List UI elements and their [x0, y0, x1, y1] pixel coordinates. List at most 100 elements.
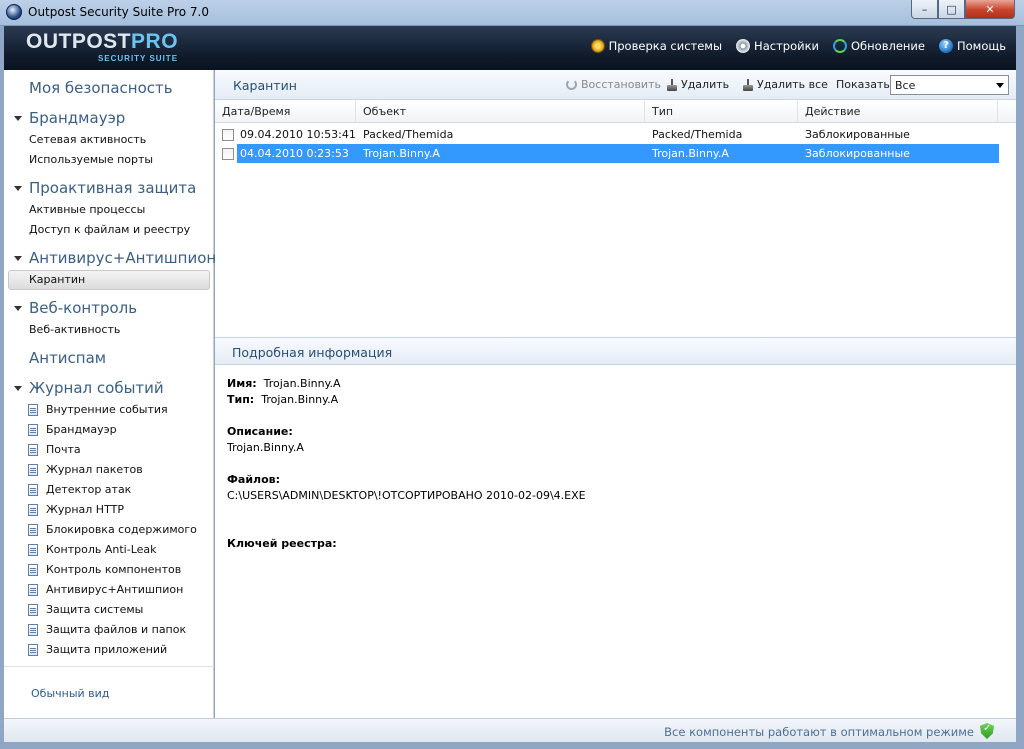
sidebar-item-used-ports[interactable]: Используемые порты	[29, 153, 153, 166]
ordinary-view-link[interactable]: Обычный вид	[31, 687, 109, 700]
expand-eventlog-icon[interactable]	[14, 386, 22, 391]
detail-name-value: Trojan.Binny.A	[263, 377, 341, 390]
chevron-down-icon	[996, 83, 1004, 88]
document-icon	[28, 423, 38, 436]
document-icon	[28, 463, 38, 476]
expand-proactive-icon[interactable]	[14, 186, 22, 191]
show-filter-select[interactable]: Все	[890, 75, 1009, 95]
sidebar-eventlog[interactable]: Журнал событий	[29, 379, 164, 397]
restore-label: Восстановить	[581, 78, 661, 91]
window-title: Outpost Security Suite Pro 7.0	[28, 5, 209, 19]
sidebar-proactive[interactable]: Проактивная защита	[29, 179, 196, 197]
detail-files-label: Файлов:	[227, 473, 281, 486]
restore-button[interactable]: Восстановить	[566, 78, 661, 91]
system-scan-button[interactable]: Проверка системы	[590, 39, 723, 53]
sidebar-antispam[interactable]: Антиспам	[29, 349, 106, 367]
row-checkbox[interactable]	[222, 129, 234, 141]
settings-button[interactable]: Настройки	[736, 39, 819, 53]
document-icon	[28, 443, 38, 456]
settings-label: Настройки	[754, 39, 819, 53]
log-item-http-log[interactable]: Журнал HTTP	[28, 503, 124, 516]
column-datetime[interactable]: Дата/Время	[215, 101, 356, 123]
minimize-button[interactable]: –	[911, 0, 938, 19]
detail-registry-label: Ключей реестра:	[227, 537, 337, 550]
log-item-component-control[interactable]: Контроль компонентов	[28, 563, 181, 576]
table-header: Дата/Время Объект Тип Действие	[215, 101, 1016, 123]
document-icon	[28, 563, 38, 576]
column-object[interactable]: Объект	[356, 101, 645, 123]
sidebar-item-quarantine[interactable]: Карантин	[29, 273, 85, 286]
app-header: OUTPOSTPRO SECURITY SUITE Проверка систе…	[4, 26, 1016, 70]
status-bar: Все компоненты работают в оптимальном ре…	[4, 718, 1016, 742]
sidebar-item-active-processes[interactable]: Активные процессы	[29, 203, 145, 216]
log-item-label: Журнал HTTP	[46, 503, 124, 516]
logo-outpost: OUTPOST	[26, 30, 132, 53]
log-item-internal-events[interactable]: Внутренние события	[28, 403, 168, 416]
gear-icon	[736, 39, 751, 53]
cell-datetime: 09.04.2010 10:53:41	[240, 128, 356, 141]
delete-button[interactable]: Удалить	[667, 78, 729, 91]
update-icon	[833, 39, 847, 53]
detail-type: Тип: Trojan.Binny.A	[227, 393, 338, 406]
sidebar-antivirus[interactable]: Антивирус+Антишпион	[29, 249, 216, 267]
document-icon	[28, 583, 38, 596]
title-bar: Outpost Security Suite Pro 7.0 – □ ✕	[0, 0, 1024, 26]
expand-antivirus-icon[interactable]	[14, 256, 22, 261]
log-item-app-protection[interactable]: Защита приложений	[28, 643, 167, 656]
system-scan-label: Проверка системы	[608, 39, 723, 53]
row-checkbox[interactable]	[222, 148, 234, 160]
help-icon: ?	[938, 39, 953, 53]
log-item-label: Контроль Anti-Leak	[46, 543, 157, 556]
document-icon	[28, 603, 38, 616]
expand-webcontrol-icon[interactable]	[14, 306, 22, 311]
document-icon	[28, 503, 38, 516]
sidebar-item-web-activity[interactable]: Веб-активность	[29, 323, 120, 336]
detail-desc-label: Описание:	[227, 425, 293, 438]
detail-name: Имя: Trojan.Binny.A	[227, 377, 341, 390]
sidebar-firewall[interactable]: Брандмауэр	[29, 109, 125, 127]
log-item-label: Контроль компонентов	[46, 563, 182, 576]
details-title: Подробная информация	[232, 345, 393, 360]
log-item-label: Брандмауэр	[46, 423, 117, 436]
table-row-selected[interactable]: 04.04.2010 0:23:53 Trojan.Binny.A Trojan…	[215, 144, 1016, 164]
log-item-content-blocking[interactable]: Блокировка содержимого	[28, 523, 197, 536]
help-button[interactable]: ? Помощь	[938, 39, 1006, 53]
sidebar-item-file-registry-access[interactable]: Доступ к файлам и реестру	[29, 223, 190, 236]
cell-action: Заблокированные	[805, 147, 910, 160]
sidebar-webcontrol[interactable]: Веб-контроль	[29, 299, 137, 317]
log-item-antivirus[interactable]: Антивирус+Антишпион	[28, 583, 183, 596]
log-item-label: Блокировка содержимого	[46, 523, 197, 536]
delete-all-button[interactable]: Удалить все	[743, 78, 828, 91]
detail-files-value: C:\USERS\ADMIN\DESKTOP\!ОТСОРТИРОВАНО 20…	[227, 489, 586, 502]
delete-label: Удалить	[681, 78, 730, 91]
update-label: Обновление	[851, 39, 925, 53]
broom-icon	[743, 78, 753, 91]
log-item-firewall[interactable]: Брандмауэр	[28, 423, 117, 436]
close-button[interactable]: ✕	[965, 0, 1015, 19]
main-panel: Карантин Восстановить Удалить Удалить вс…	[215, 70, 1016, 718]
column-type[interactable]: Тип	[645, 101, 798, 123]
cell-object: Trojan.Binny.A	[363, 147, 440, 160]
log-item-file-folder-protection[interactable]: Защита файлов и папок	[28, 623, 186, 636]
sidebar-my-security[interactable]: Моя безопасность	[29, 79, 173, 97]
log-item-mail[interactable]: Почта	[28, 443, 81, 456]
update-button[interactable]: Обновление	[833, 39, 925, 53]
top-navigation: Проверка системы Настройки Обновление ? …	[590, 39, 1006, 53]
log-item-label: Журнал пакетов	[46, 463, 143, 476]
broom-icon	[667, 78, 677, 91]
log-item-packet-log[interactable]: Журнал пакетов	[28, 463, 143, 476]
star-icon	[590, 39, 605, 53]
log-item-attack-detector[interactable]: Детектор атак	[28, 483, 131, 496]
log-item-system-protection[interactable]: Защита системы	[28, 603, 143, 616]
column-action[interactable]: Действие	[798, 101, 998, 123]
log-item-label: Защита файлов и папок	[46, 623, 187, 636]
log-item-anti-leak[interactable]: Контроль Anti-Leak	[28, 543, 157, 556]
document-icon	[28, 623, 38, 636]
show-filter-value: Все	[895, 79, 916, 92]
table-row[interactable]: 09.04.2010 10:53:41 Packed/Themida Packe…	[215, 125, 1016, 145]
status-text: Все компоненты работают в оптимальном ре…	[664, 725, 974, 739]
expand-firewall-icon[interactable]	[14, 116, 22, 121]
sidebar-item-network-activity[interactable]: Сетевая активность	[29, 133, 146, 146]
maximize-button[interactable]: □	[938, 0, 965, 19]
page-title: Карантин	[233, 78, 297, 93]
